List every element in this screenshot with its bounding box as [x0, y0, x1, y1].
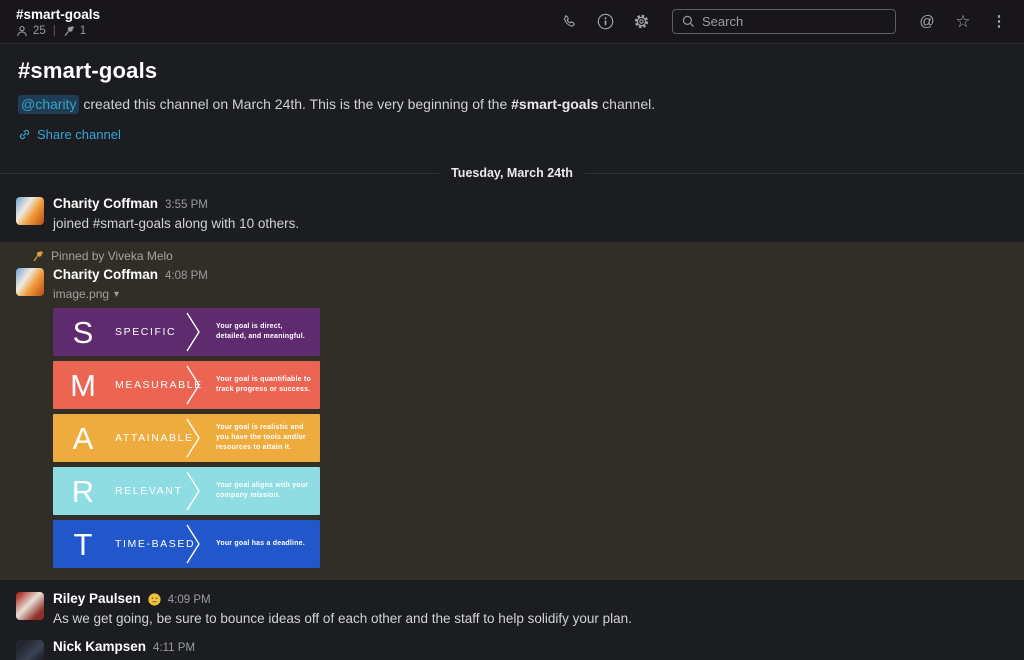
- channel-header: #smart-goals 25 | 1 Search @ ☆ ⋮: [0, 0, 1024, 44]
- channel-intro-text: @charity created this channel on March 2…: [18, 95, 1006, 114]
- avatar[interactable]: [16, 268, 44, 296]
- message-author[interactable]: Charity Coffman: [53, 266, 158, 283]
- channel-intro-title: #smart-goals: [18, 58, 158, 83]
- smart-row-attainable: A ATTAINABLE Your goal is realistic and …: [53, 414, 320, 462]
- phone-icon[interactable]: [560, 13, 578, 31]
- smart-row-measurable: M MEASURABLE Your goal is quantifiable t…: [53, 361, 320, 409]
- smart-row-time-based: T TIME-BASED Your goal has a deadline.: [53, 520, 320, 568]
- date-divider: Tuesday, March 24th: [0, 164, 1024, 182]
- avatar[interactable]: [16, 640, 44, 660]
- pin-count[interactable]: 1: [80, 25, 86, 37]
- smart-goals-image[interactable]: S SPECIFIC Your goal is direct, detailed…: [53, 308, 320, 568]
- message-text: As we get going, be sure to bounce ideas…: [53, 611, 632, 626]
- message-text: joined #smart-goals along with 10 others…: [53, 216, 300, 231]
- pinned-message-block: Pinned by Viveka Melo Charity Coffman 4:…: [0, 242, 1024, 580]
- channel-info: #smart-goals 25 | 1: [16, 7, 100, 37]
- intro-text-part1: created this channel on March 24th. This…: [79, 96, 512, 112]
- attachment-name[interactable]: image.png ▾: [53, 287, 1006, 301]
- smart-letter: A: [72, 420, 94, 456]
- mentions-at-icon[interactable]: @: [918, 13, 936, 31]
- mention-charity[interactable]: @charity: [18, 95, 80, 114]
- smart-label: ATTAINABLE: [115, 432, 194, 444]
- pin-icon-yellow: [32, 250, 44, 262]
- intro-text-part2: channel.: [598, 96, 656, 112]
- date-divider-label[interactable]: Tuesday, March 24th: [439, 164, 585, 182]
- pinned-by-label: Pinned by Viveka Melo: [51, 249, 173, 263]
- meta-divider: |: [52, 24, 56, 37]
- smart-label: TIME-BASED: [115, 538, 196, 550]
- search-input[interactable]: Search: [672, 9, 896, 34]
- members-icon: [16, 25, 28, 37]
- avatar[interactable]: [16, 592, 44, 620]
- smart-row-relevant: R RELEVANT Your goal aligns with your co…: [53, 467, 320, 515]
- smart-letter: M: [70, 367, 96, 403]
- share-channel-label: Share channel: [37, 127, 121, 142]
- chevron-right-icon: [186, 524, 202, 567]
- attachment-filename: image.png: [53, 287, 110, 301]
- starred-icon[interactable]: ☆: [954, 12, 972, 31]
- message-author[interactable]: Nick Kampsen: [53, 638, 146, 655]
- search-icon: [682, 15, 695, 28]
- smart-label: SPECIFIC: [115, 326, 177, 338]
- channel-intro: #smart-goals @charity created this chann…: [0, 44, 1024, 142]
- message-author[interactable]: Riley Paulsen: [53, 590, 141, 607]
- message-timestamp[interactable]: 4:11 PM: [153, 640, 195, 657]
- message-author[interactable]: Charity Coffman: [53, 195, 158, 212]
- pin-icon: [63, 25, 75, 37]
- channel-title[interactable]: #smart-goals: [16, 7, 100, 23]
- smart-letter: R: [71, 473, 95, 509]
- chevron-right-icon: [186, 312, 202, 355]
- info-icon[interactable]: [596, 13, 614, 31]
- pensive-emoji-icon: [148, 593, 161, 606]
- smart-label: RELEVANT: [115, 485, 183, 497]
- message-join-charity: Charity Coffman 3:55 PM joined #smart-go…: [0, 191, 1024, 236]
- message-timestamp[interactable]: 3:55 PM: [165, 197, 208, 214]
- chevron-right-icon: [186, 418, 202, 461]
- smart-row-specific: S SPECIFIC Your goal is direct, detailed…: [53, 308, 320, 356]
- chevron-right-icon: [186, 365, 202, 408]
- pinned-by-row: Pinned by Viveka Melo: [0, 247, 1024, 266]
- smart-letter: T: [73, 526, 93, 562]
- chevron-right-icon: [186, 471, 202, 514]
- share-channel-link[interactable]: Share channel: [18, 127, 1006, 142]
- smart-description: Your goal aligns with your company missi…: [216, 482, 309, 499]
- header-actions: Search @ ☆ ⋮: [560, 9, 1008, 34]
- smart-letter: S: [72, 314, 94, 350]
- message-timestamp[interactable]: 4:08 PM: [165, 268, 208, 285]
- message-riley: Riley Paulsen 4:09 PM As we get going, b…: [0, 586, 1024, 631]
- smart-description: Your goal is realistic and you have the …: [216, 424, 306, 451]
- kebab-menu-icon[interactable]: ⋮: [990, 13, 1008, 31]
- avatar[interactable]: [16, 197, 44, 225]
- smart-description: Your goal is direct, detailed, and meani…: [216, 323, 306, 340]
- message-timestamp[interactable]: 4:09 PM: [168, 592, 211, 609]
- message-nick: Nick Kampsen 4:11 PM joined #smart-goals…: [0, 634, 1024, 660]
- smart-description: Your goal is quantifiable to track progr…: [216, 376, 311, 393]
- member-count[interactable]: 25: [33, 25, 46, 37]
- settings-gear-icon[interactable]: [632, 13, 650, 31]
- chevron-down-icon[interactable]: ▾: [114, 289, 119, 300]
- search-placeholder: Search: [702, 14, 744, 29]
- link-icon: [18, 128, 31, 141]
- message-pinned-image: Charity Coffman 4:08 PM image.png ▾ S SP…: [0, 266, 1024, 572]
- smart-description: Your goal has a deadline.: [216, 540, 305, 547]
- channel-ref[interactable]: #smart-goals: [511, 96, 598, 112]
